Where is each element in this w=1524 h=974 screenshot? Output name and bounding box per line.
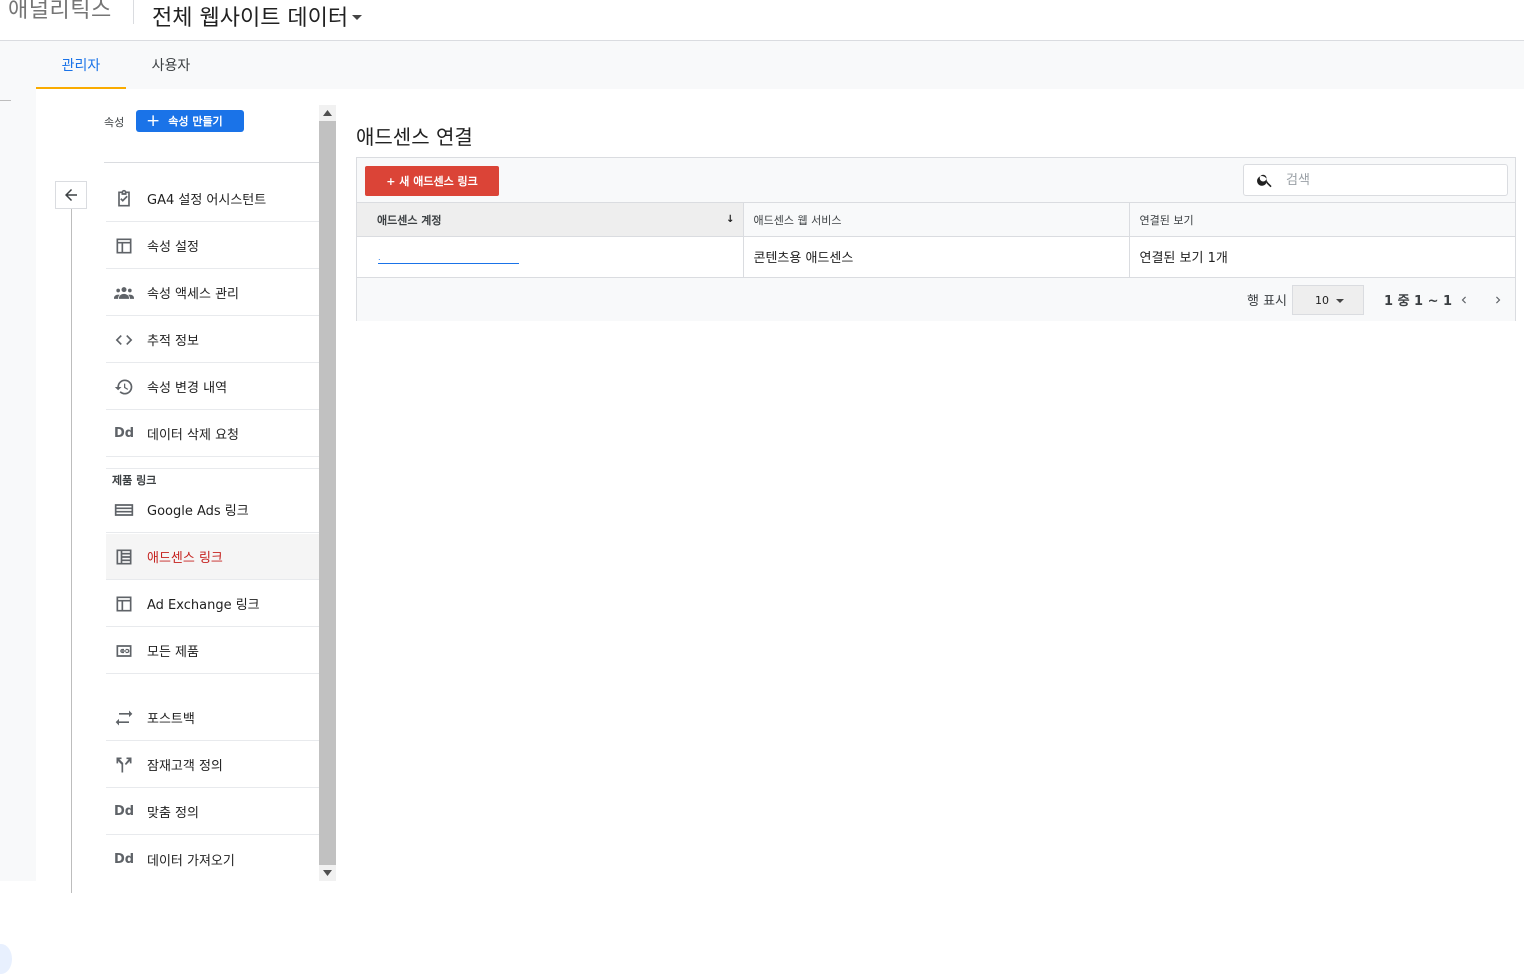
history-icon bbox=[114, 377, 134, 397]
next-page-button[interactable] bbox=[1488, 290, 1508, 310]
table-footer: 행 표시 10 1 중 1 ~ 1 bbox=[357, 277, 1515, 321]
table-header-row: 애드센스 계정 ↓ 애드센스 웹 서비스 연결된 보기 bbox=[357, 202, 1515, 237]
nav-label: Ad Exchange 링크 bbox=[147, 598, 260, 613]
page-range: 1 중 1 ~ 1 bbox=[1384, 294, 1453, 309]
column-header-label: 애드센스 계정 bbox=[377, 213, 442, 227]
tab-user[interactable]: 사용자 bbox=[136, 41, 206, 89]
search-icon bbox=[1256, 171, 1274, 189]
nav-label: 모든 제품 bbox=[147, 645, 199, 660]
scrollbar[interactable] bbox=[319, 105, 336, 881]
left-gutter bbox=[0, 89, 36, 974]
header-divider bbox=[133, 0, 134, 24]
column-header-linked-views[interactable]: 연결된 보기 bbox=[1128, 202, 1515, 237]
fork-icon bbox=[114, 755, 134, 775]
nav-label: 잠재고객 정의 bbox=[147, 759, 223, 774]
nav-item-postbacks[interactable]: 포스트백 bbox=[106, 695, 319, 741]
rows-per-page-value: 10 bbox=[1315, 293, 1329, 307]
help-fab-edge[interactable] bbox=[0, 944, 12, 974]
tab-bar: 관리자 사용자 bbox=[0, 41, 1524, 89]
view-title: 전체 웹사이트 데이터 bbox=[152, 6, 349, 31]
nav-item-ad-exchange-links[interactable]: Ad Exchange 링크 bbox=[106, 581, 319, 627]
cell-adsense-web-service: 콘텐츠용 애드센스 bbox=[742, 236, 1129, 277]
nav-label: 데이터 삭제 요청 bbox=[147, 428, 239, 443]
app-name[interactable]: 애널리틱스 bbox=[8, 0, 112, 24]
scroll-up-icon[interactable] bbox=[319, 105, 336, 121]
dd-icon: Dd bbox=[113, 804, 135, 819]
adsense-icon bbox=[114, 547, 134, 567]
nav-item-google-ads-links[interactable]: Google Ads 링크 bbox=[106, 487, 319, 533]
code-icon bbox=[114, 330, 134, 350]
cell-adsense-account: . bbox=[357, 237, 743, 277]
chevron-left-icon bbox=[1461, 296, 1466, 304]
table-row: . 콘텐츠용 애드센스 연결된 보기 1개 bbox=[357, 236, 1515, 277]
app-header: 애널리틱스 전체 웹사이트 데이터 bbox=[0, 0, 1524, 41]
rows-per-page-select[interactable]: 10 bbox=[1292, 285, 1364, 315]
dd-icon: Dd bbox=[113, 426, 135, 441]
layout-icon bbox=[114, 236, 134, 256]
arrow-left-icon bbox=[65, 189, 77, 201]
nav-item-ga4-setup-assistant[interactable]: GA4 설정 어시스턴트 bbox=[106, 176, 319, 222]
section-product-links: 제품 링크 bbox=[112, 474, 157, 487]
clipboard-check-icon bbox=[114, 189, 134, 209]
column-header-adsense-web-service[interactable]: 애드센스 웹 서비스 bbox=[742, 202, 1129, 237]
column-header-adsense-account[interactable]: 애드센스 계정 ↓ bbox=[357, 202, 743, 237]
nav-label: 애드센스 링크 bbox=[147, 551, 223, 566]
plus-icon: + bbox=[146, 110, 161, 131]
divider bbox=[104, 162, 319, 163]
gutter-divider bbox=[0, 100, 11, 101]
new-adsense-link-button[interactable]: + 새 애드센스 링크 bbox=[365, 166, 499, 196]
search-input[interactable] bbox=[1286, 172, 1486, 188]
property-column: 속성 + 속성 만들기 GA4 설정 어시스턴트 속성 설정 속성 액세스 관리… bbox=[36, 89, 336, 893]
prev-page-button[interactable] bbox=[1454, 290, 1474, 310]
ads-icon bbox=[114, 500, 134, 520]
nav-label: 맞춤 정의 bbox=[147, 806, 199, 821]
nav-item-tracking-info[interactable]: 추적 정보 bbox=[106, 317, 319, 363]
scroll-down-icon[interactable] bbox=[319, 865, 336, 881]
nav-item-custom-definitions[interactable]: Dd 맞춤 정의 bbox=[106, 789, 319, 835]
tab-admin[interactable]: 관리자 bbox=[36, 41, 126, 89]
cell-linked-views[interactable]: 연결된 보기 1개 bbox=[1128, 236, 1515, 277]
people-icon bbox=[114, 283, 134, 303]
nav-label: 포스트백 bbox=[147, 712, 195, 727]
adsense-links-card: + 새 애드센스 링크 애드센스 계정 ↓ bbox=[356, 157, 1516, 321]
chevron-right-icon bbox=[1496, 296, 1501, 304]
scrollbar-thumb[interactable] bbox=[319, 121, 336, 865]
adsense-account-link[interactable]: . bbox=[378, 254, 519, 265]
page-title: 애드센스 연결 bbox=[356, 125, 473, 149]
back-button[interactable] bbox=[55, 181, 87, 209]
nav-label: Google Ads 링크 bbox=[147, 504, 249, 519]
nav-item-property-settings[interactable]: 속성 설정 bbox=[106, 223, 319, 269]
column-header-label: 애드센스 웹 서비스 bbox=[753, 213, 842, 227]
property-label: 속성 bbox=[104, 116, 125, 129]
nav-label: GA4 설정 어시스턴트 bbox=[147, 193, 267, 208]
nav-item-data-deletion[interactable]: Dd 데이터 삭제 요청 bbox=[106, 411, 319, 457]
layout-icon bbox=[114, 594, 134, 614]
create-property-button[interactable]: + 속성 만들기 bbox=[136, 110, 244, 132]
nav-item-change-history[interactable]: 속성 변경 내역 bbox=[106, 364, 319, 410]
swap-icon bbox=[114, 708, 134, 728]
view-selector[interactable]: 전체 웹사이트 데이터 bbox=[152, 0, 363, 32]
column-guide-line bbox=[71, 193, 72, 893]
nav-label: 데이터 가져오기 bbox=[147, 853, 235, 869]
link-icon bbox=[114, 641, 134, 661]
nav-item-audience-definitions[interactable]: 잠재고객 정의 bbox=[106, 742, 319, 788]
nav-label: 속성 설정 bbox=[147, 240, 199, 255]
nav-item-property-access[interactable]: 속성 액세스 관리 bbox=[106, 270, 319, 316]
nav-label: 속성 변경 내역 bbox=[147, 381, 228, 396]
create-property-label: 속성 만들기 bbox=[168, 115, 223, 128]
column-header-label: 연결된 보기 bbox=[1139, 213, 1194, 227]
divider bbox=[106, 468, 319, 469]
nav-label: 추적 정보 bbox=[147, 334, 199, 349]
caret-down-icon bbox=[1336, 299, 1344, 303]
nav-item-data-import[interactable]: Dd 데이터 가져오기 bbox=[106, 836, 319, 882]
search-box[interactable] bbox=[1243, 164, 1508, 196]
caret-down-icon bbox=[352, 14, 363, 20]
sort-down-icon: ↓ bbox=[726, 214, 735, 225]
nav-label: 속성 액세스 관리 bbox=[147, 287, 239, 302]
nav-item-all-products[interactable]: 모든 제품 bbox=[106, 628, 319, 674]
rows-per-page-label: 행 표시 bbox=[1247, 294, 1288, 309]
nav-item-adsense-links[interactable]: 애드센스 링크 bbox=[106, 534, 319, 580]
adsense-links-table: 애드센스 계정 ↓ 애드센스 웹 서비스 연결된 보기 . 콘텐츠용 애드센스 … bbox=[357, 202, 1515, 277]
dd-icon: Dd bbox=[113, 851, 135, 867]
